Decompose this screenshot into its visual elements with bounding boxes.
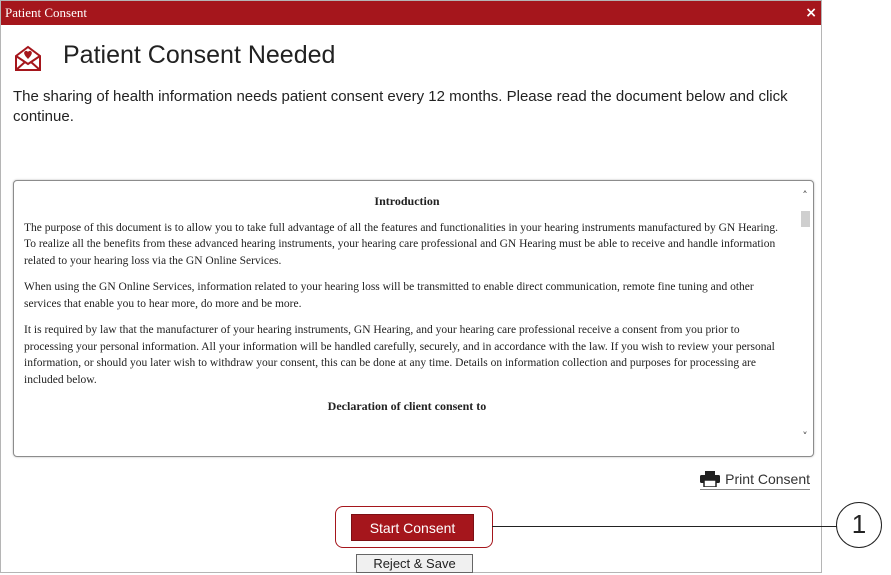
document-paragraph: It is required by law that the manufactu… (24, 324, 775, 386)
print-consent-label: Print Consent (725, 471, 810, 487)
close-icon[interactable]: × (805, 1, 817, 25)
envelope-heart-icon (15, 45, 41, 71)
printer-icon (700, 471, 721, 487)
print-consent-link[interactable]: Print Consent (700, 469, 810, 490)
scrollbar-thumb[interactable] (801, 211, 810, 227)
intro-text: The sharing of health information needs … (13, 88, 788, 125)
document-content: Introduction The purpose of this documen… (24, 187, 790, 425)
document-section-title: Introduction (374, 194, 440, 208)
document-paragraph: The purpose of this document is to allow… (24, 221, 778, 267)
scroll-down-icon[interactable]: ˅ (799, 431, 811, 443)
page-title: Patient Consent Needed (63, 41, 336, 69)
scroll-up-icon[interactable]: ˄ (799, 190, 811, 202)
consent-document[interactable]: Introduction The purpose of this documen… (13, 180, 814, 457)
callout-number: 1 (836, 502, 882, 548)
consent-window: Patient Consent × Patient Consent Needed… (0, 0, 822, 573)
document-paragraph: When using the GN Online Services, infor… (24, 281, 754, 310)
window-title: Patient Consent (5, 5, 87, 20)
title-bar: Patient Consent × (1, 1, 821, 25)
reject-and-save-button[interactable]: Reject & Save (356, 554, 473, 573)
start-consent-highlight: Start Consent (335, 506, 493, 548)
callout-line (492, 526, 837, 527)
start-consent-button[interactable]: Start Consent (351, 514, 474, 541)
document-next-heading: Declaration of client consent to (327, 399, 487, 413)
